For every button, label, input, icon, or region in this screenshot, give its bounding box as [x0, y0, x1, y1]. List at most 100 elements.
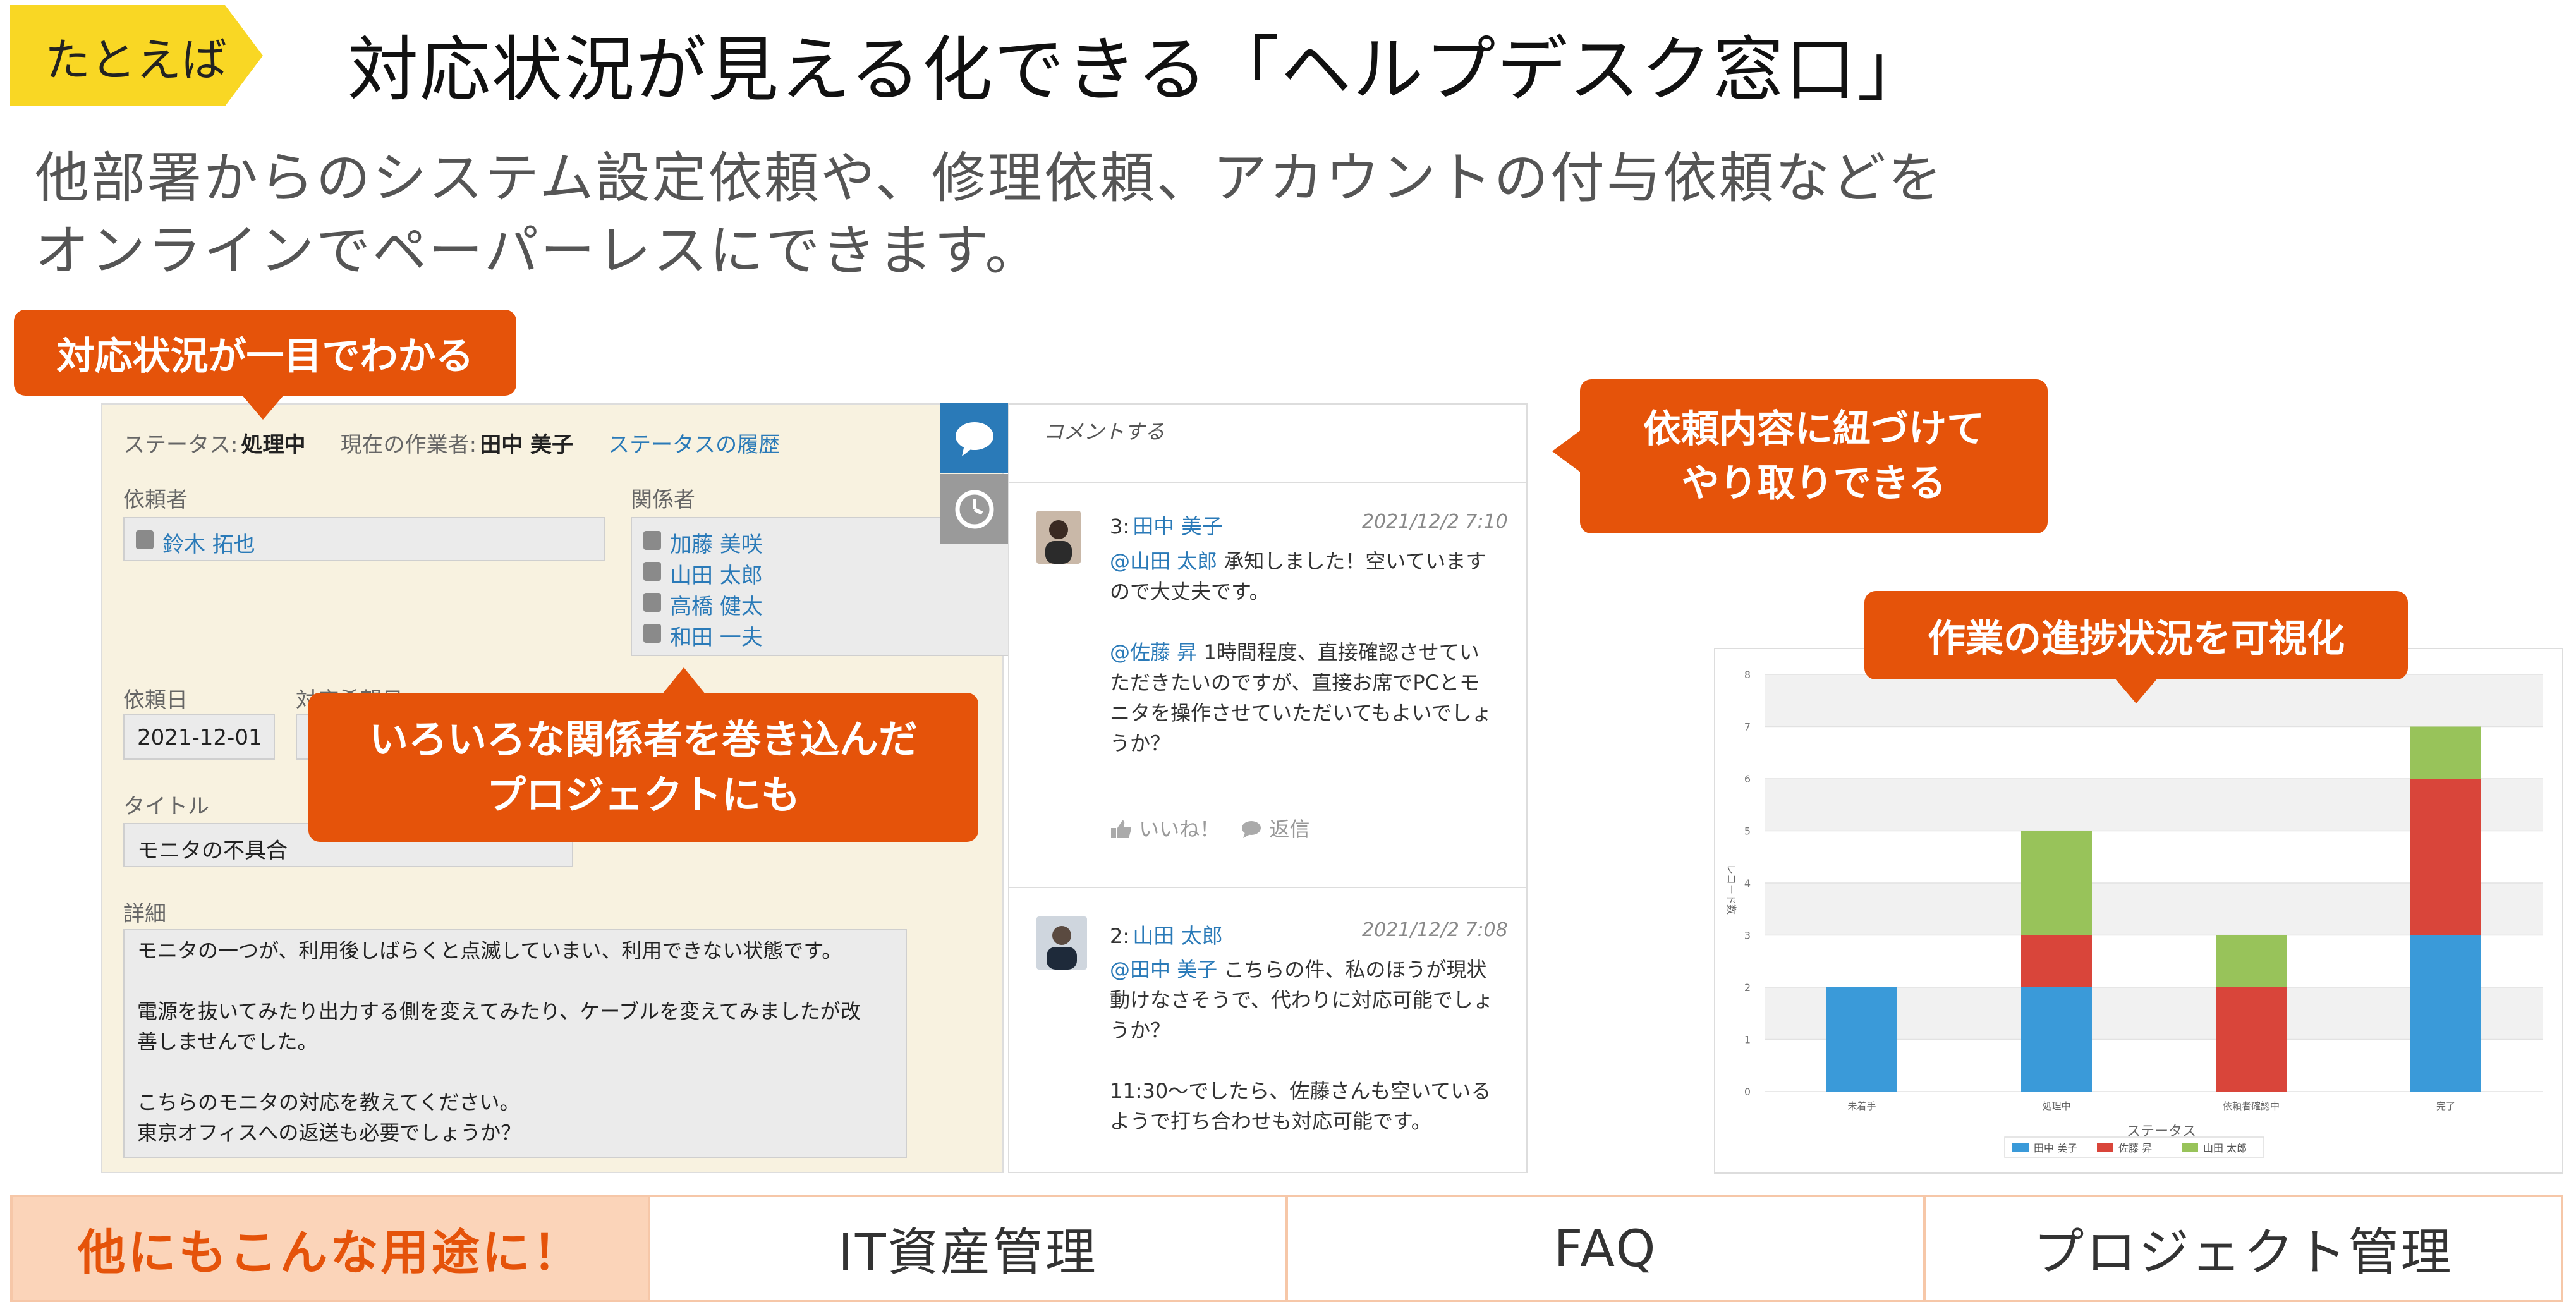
chart-callout: 作業の進捗状況を可視化	[1864, 591, 2408, 703]
related-person[interactable]: 山田 太郎	[670, 558, 763, 589]
comment-line	[1110, 607, 1492, 637]
history-tab[interactable]	[940, 474, 1009, 544]
y-tick-label: 4	[1744, 877, 1751, 889]
comment-line: @山田 太郎 承知しました！空いています	[1110, 546, 1492, 576]
comment-line: うか？	[1110, 731, 1171, 755]
lead-text: 他部署からのシステム設定依頼や、修理依頼、アカウントの付与依頼などを オンライン…	[35, 142, 1944, 288]
chart-x-ticks: 未着手 処理中 依頼者確認中 完了	[1847, 1100, 2455, 1112]
comment-divider	[1009, 887, 1527, 888]
person-photo-icon	[1047, 926, 1077, 970]
comment-text: こちらの件、私のほうが現状	[1217, 958, 1487, 982]
detail-line: 電源を抜いてみたり出力する側を変えてみたり、ケーブルを変えてみましたが改	[137, 999, 861, 1023]
chart-y-ticks: 0 1 2 3 4 5 6 7 8	[1744, 669, 1751, 1098]
bar-segment	[2216, 987, 2287, 1092]
x-tick-label: 完了	[2436, 1100, 2455, 1112]
page-title: 対応状況が見える化できる「ヘルプデスク窓口」	[348, 29, 1929, 111]
bar-segment	[2021, 987, 2092, 1092]
detail-line: 善しませんでした。	[137, 1030, 318, 1054]
bar-segment	[2410, 726, 2481, 779]
speech-bubble-icon	[956, 422, 993, 456]
other-uses-label: 他にもこんな用途に！	[13, 1197, 648, 1300]
person-photo-icon	[1045, 520, 1072, 564]
lead-line-1: 他部署からのシステム設定依頼や、修理依頼、アカウントの付与依頼などを	[35, 147, 1944, 210]
bar-segment	[2021, 935, 2092, 987]
mention-link[interactable]: @佐藤 昇	[1110, 640, 1197, 664]
comment-input[interactable]: コメントする	[1009, 405, 1527, 483]
y-tick-label: 7	[1744, 721, 1751, 733]
requester-name[interactable]: 鈴木 拓也	[162, 527, 255, 558]
comment-line: ニタを操作させていただいてもよいでしょ	[1110, 701, 1492, 725]
comment-date: 2021/12/2 7:10	[1362, 511, 1508, 533]
use-faq: FAQ	[1285, 1197, 1923, 1300]
requester-label: 依頼者	[123, 487, 188, 513]
mention-link[interactable]: @田中 美子	[1110, 958, 1217, 982]
user-avatar-icon	[643, 593, 661, 612]
related-person[interactable]: 和田 一夫	[670, 620, 763, 651]
y-tick-label: 8	[1744, 669, 1751, 681]
related-label: 関係者	[631, 487, 695, 513]
callout-pointer	[662, 667, 705, 694]
mention-link[interactable]: @山田 太郎	[1110, 549, 1217, 573]
thumbs-up-icon	[1111, 820, 1131, 838]
comment-input-placeholder: コメントする	[1043, 420, 1165, 444]
detail-text: モニタの一つが、利用後しばらくと点滅していまい、利用できない状態です。 電源を抜…	[137, 935, 861, 1148]
legend-swatch	[2182, 1143, 2198, 1152]
detail-line: 東京オフィスへの返送も必要でしょうか？	[137, 1121, 521, 1145]
user-avatar	[1036, 511, 1081, 564]
y-tick-label: 0	[1744, 1086, 1751, 1098]
x-tick-label: 未着手	[1847, 1100, 1876, 1112]
y-tick-label: 2	[1744, 982, 1751, 994]
comment-line: ので大丈夫です。	[1110, 580, 1270, 604]
related-person[interactable]: 高橋 健太	[670, 589, 763, 620]
comment-date: 2021/12/2 7:08	[1362, 919, 1508, 941]
comment-header: 3: 田中 美子	[1110, 509, 1223, 542]
comment-line: 動けなさそうで、代わりに対応可能でしょ	[1110, 988, 1493, 1012]
like-button[interactable]: いいね！	[1110, 817, 1226, 841]
detail-field: モニタの一つが、利用後しばらくと点滅していまい、利用できない状態です。 電源を抜…	[123, 929, 907, 1158]
progress-chart-svg: 012345678 未着手 処理中 依頼者確認中 完了 ステータス レコード数 田中 …	[1725, 669, 2543, 1158]
bar-segment	[2410, 779, 2481, 935]
legend-label: 佐藤 昇	[2118, 1142, 2152, 1154]
chart-callout-text: 作業の進捗状況を可視化	[1928, 616, 2345, 661]
stakeholders-callout-text: いろいろな関係者を巻き込んだ	[368, 716, 918, 762]
comments-callout-text: やり取りできる	[1681, 461, 1947, 506]
comment-author[interactable]: 山田 太郎	[1133, 923, 1223, 948]
related-person[interactable]: 加藤 美咲	[670, 527, 763, 558]
comment-author[interactable]: 田中 美子	[1133, 514, 1223, 539]
detail-line	[137, 966, 861, 996]
status-row: ステータス: 処理中 現在の作業者: 田中 美子 ステータスの履歴	[123, 427, 780, 458]
comment-line: ようで打ち合わせも対応可能です。	[1110, 1109, 1431, 1133]
status-history-link[interactable]: ステータスの履歴	[608, 432, 780, 458]
use-project: プロジェクト管理	[1923, 1197, 2561, 1300]
x-tick-label: 依頼者確認中	[2223, 1100, 2280, 1112]
legend-swatch	[2097, 1143, 2113, 1152]
comment-line: @佐藤 昇 1時間程度、直接確認させてい	[1110, 637, 1492, 667]
comment-line: 11:30〜でしたら、佐藤さんも空いている	[1110, 1079, 1492, 1103]
reply-button[interactable]: 返信	[1240, 817, 1310, 841]
history-clock-icon	[955, 490, 994, 529]
date-label: 依頼日	[123, 688, 188, 713]
comments-callout-text: 依頼内容に紐づけて	[1643, 407, 1984, 451]
worker-value: 田中 美子	[480, 432, 574, 458]
chart-y-axis-label: レコード数	[1725, 864, 1737, 915]
legend-label: 田中 美子	[2034, 1142, 2077, 1154]
worker-label: 現在の作業者:	[340, 432, 477, 458]
user-avatar-icon	[643, 624, 661, 643]
comment-text: 承知しました！空いています	[1217, 549, 1486, 573]
comments-callout: 依頼内容に紐づけて やり取りできる	[1552, 379, 2048, 533]
comment-line: うか？	[1110, 1018, 1171, 1042]
comment-line	[1110, 1045, 1493, 1076]
detail-line: モニタの一つが、利用後しばらくと点滅していまい、利用できない状態です。	[137, 939, 842, 963]
comment-tab[interactable]	[940, 403, 1009, 473]
other-uses-bar: 他にもこんな用途に！ IT資産管理 FAQ プロジェクト管理	[10, 1195, 2563, 1302]
detail-label: 詳細	[123, 901, 166, 927]
status-callout-text: 対応状況が一目でわかる	[56, 334, 474, 379]
stakeholders-callout: いろいろな関係者を巻き込んだ プロジェクトにも	[308, 667, 978, 842]
comment-line: ただきたいのですが、直接お席でPCとモ	[1110, 671, 1480, 695]
detail-line	[137, 1057, 861, 1087]
y-tick-label: 1	[1744, 1034, 1751, 1046]
date-value: 2021-12-01	[137, 725, 262, 750]
comment-line: @田中 美子 こちらの件、私のほうが現状	[1110, 954, 1493, 985]
detail-line: こちらのモニタの対応を教えてください。	[137, 1090, 520, 1114]
bar-segment	[1826, 987, 1897, 1092]
